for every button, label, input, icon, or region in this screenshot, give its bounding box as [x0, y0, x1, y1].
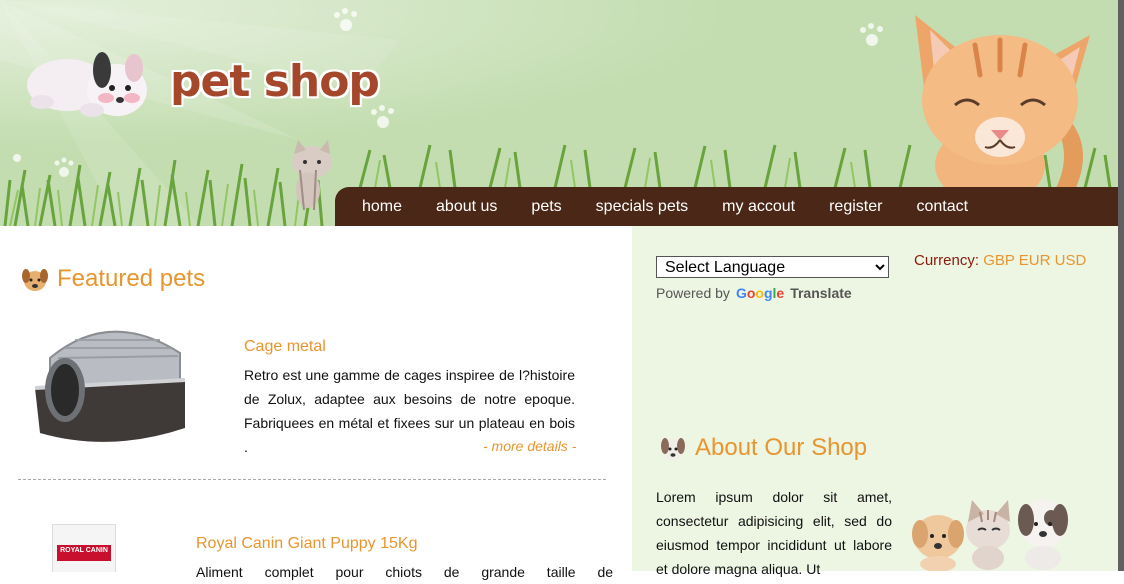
kitten-illustration	[915, 15, 1090, 190]
product-name-link[interactable]: Cage metal	[244, 338, 326, 356]
nav-home-link[interactable]: home	[362, 198, 402, 216]
puppy-icon	[661, 438, 685, 461]
currency-usd-link[interactable]: USD	[1055, 252, 1087, 269]
product-name-link[interactable]: Royal Canin Giant Puppy 15Kg	[196, 535, 417, 553]
currency-label: Currency:	[914, 252, 980, 269]
nav-pets-link[interactable]: pets	[531, 198, 561, 216]
nav-about-link[interactable]: about us	[436, 198, 497, 216]
google-logo[interactable]: Google	[736, 285, 784, 301]
dog-icon	[22, 269, 48, 291]
main-navigation: home about us pets specials pets my acco…	[335, 187, 1118, 226]
language-select[interactable]: Select Language	[656, 256, 889, 278]
currency-selector: Currency: GBP EUR USD	[914, 252, 1086, 269]
nav-contact-link[interactable]: contact	[916, 198, 968, 216]
nav-specials-link[interactable]: specials pets	[596, 198, 689, 216]
google-translate-attribution: Powered by Google Translate	[656, 285, 852, 301]
translate-link[interactable]: Translate	[790, 285, 851, 301]
nav-account-link[interactable]: my accout	[722, 198, 795, 216]
royal-canin-logo-text: ROYAL CANIN	[60, 547, 108, 554]
about-shop-heading: About Our Shop	[695, 434, 868, 461]
pets-group-illustration	[912, 500, 1068, 571]
featured-pets-heading: Featured pets	[57, 265, 206, 292]
powered-by-label: Powered by	[656, 285, 730, 301]
currency-gbp-link[interactable]: GBP	[983, 252, 1014, 269]
small-kitten-illustration	[292, 140, 332, 211]
about-shop-text: Lorem ipsum dolor sit amet, consectetur …	[656, 489, 892, 577]
nav-register-link[interactable]: register	[829, 198, 882, 216]
window-edge	[1118, 0, 1124, 571]
currency-eur-link[interactable]: EUR	[1019, 252, 1051, 269]
product-description: Aliment complet pour chiots de grande ta…	[196, 564, 614, 580]
cage-product-image[interactable]	[30, 318, 190, 450]
more-details-link[interactable]: - more details -	[483, 438, 576, 454]
product-divider	[18, 479, 606, 480]
site-logo-text[interactable]: pet shop	[170, 56, 380, 107]
site-header: pet shop home about us pets specials pet…	[0, 0, 1118, 226]
dog-logo-illustration	[27, 52, 147, 117]
royal-canin-product-image[interactable]: ROYAL CANIN	[52, 524, 116, 572]
